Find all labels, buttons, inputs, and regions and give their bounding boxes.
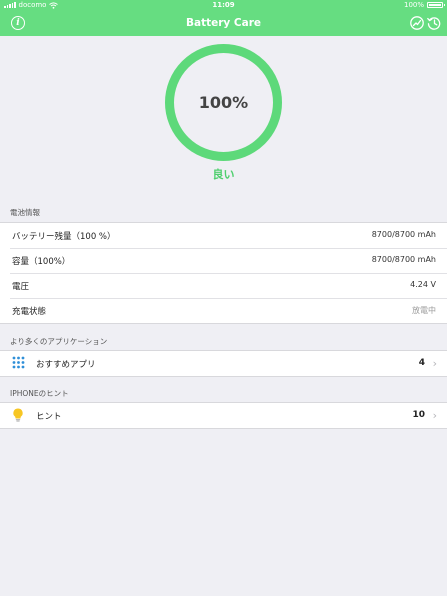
page-title: Battery Care <box>185 17 262 29</box>
row-hints[interactable]: ヒント 10 › <box>0 403 447 428</box>
hints-group: ヒント 10 › <box>0 402 447 429</box>
row-label: おすすめアプリ <box>36 360 96 370</box>
status-right: 100% <box>403 1 445 9</box>
more-apps-group: おすすめアプリ 4 › <box>0 350 447 377</box>
row-label: 電圧 <box>12 282 30 292</box>
lightbulb-icon <box>13 408 23 422</box>
row-value: 放電中 <box>412 306 436 315</box>
row-label: 容量（100%） <box>12 257 71 267</box>
row-remaining: バッテリー残量（100 %） 8700/8700 mAh <box>0 223 447 248</box>
battery-percent: 100% <box>403 1 424 9</box>
status-bar: docomo 11:09 100% <box>0 0 447 12</box>
section-header-more-apps: より多くのアプリケーション <box>10 337 108 346</box>
row-voltage: 電圧 4.24 V <box>0 273 447 298</box>
row-value: 8700/8700 mAh <box>371 230 436 239</box>
row-value: 4.24 V <box>410 280 436 289</box>
navigation-bar: i Battery Care <box>0 12 447 36</box>
row-label: 充電状態 <box>12 307 47 317</box>
row-label: バッテリー残量（100 %） <box>12 232 116 242</box>
row-count: 4 <box>418 358 425 368</box>
history-icon[interactable] <box>427 16 441 30</box>
row-value: 8700/8700 mAh <box>371 255 436 264</box>
section-header-battery-info: 電池情報 <box>10 208 40 217</box>
battery-health-status: 良い <box>212 168 235 181</box>
battery-info-group: バッテリー残量（100 %） 8700/8700 mAh 容量（100%） 87… <box>0 222 447 324</box>
chart-icon[interactable] <box>410 16 424 30</box>
row-label: ヒント <box>36 412 62 422</box>
status-time: 11:09 <box>212 1 235 9</box>
row-recommended-apps[interactable]: おすすめアプリ 4 › <box>0 351 447 376</box>
chevron-right-icon: › <box>432 409 437 422</box>
chevron-right-icon: › <box>432 357 437 370</box>
battery-icon <box>427 2 445 8</box>
row-capacity: 容量（100%） 8700/8700 mAh <box>0 248 447 273</box>
app-grid-icon <box>12 356 25 369</box>
row-charge-state: 充電状態 放電中 <box>0 298 447 323</box>
section-header-hints: IPHONEのヒント <box>10 389 69 398</box>
row-count: 10 <box>412 410 425 420</box>
gauge-percent: 100% <box>198 93 249 112</box>
